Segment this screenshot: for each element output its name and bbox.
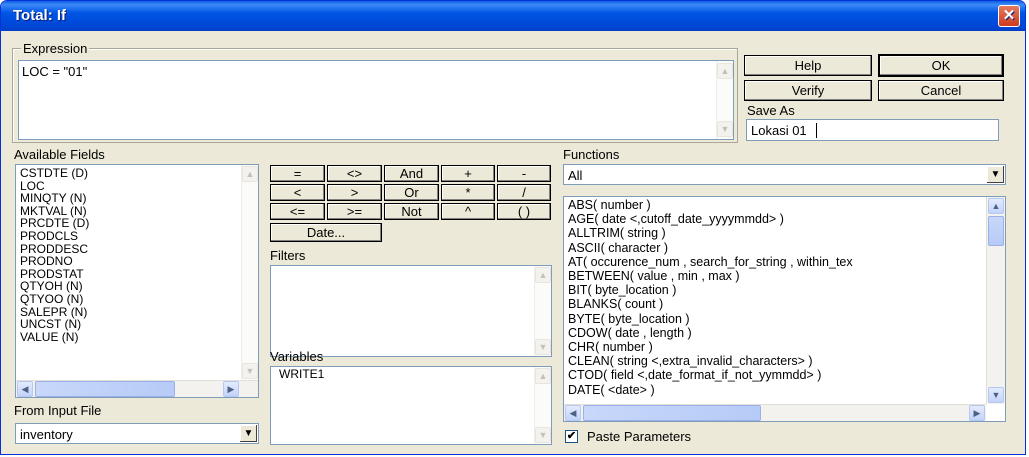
functions-list[interactable]: ABS( number ) AGE( date <,cutoff_date_yy… — [563, 196, 1006, 422]
op-minus-button[interactable]: - — [497, 165, 551, 182]
available-fields-list[interactable]: CSTDTE (D) LOC MINQTY (N) MKTVAL (N) PRC… — [15, 164, 259, 398]
text-cursor — [816, 123, 817, 138]
dropdown-icon[interactable]: ▼ — [240, 425, 257, 442]
scroll-up-icon[interactable]: ▲ — [988, 198, 1004, 214]
cancel-button[interactable]: Cancel — [878, 80, 1004, 101]
list-item[interactable]: BIT( byte_location ) — [568, 283, 853, 297]
verify-button[interactable]: Verify — [744, 80, 872, 101]
save-as-value: Lokasi 01 — [751, 123, 807, 138]
list-item[interactable]: UNCST (N) — [20, 318, 89, 331]
save-as-label: Save As — [747, 103, 795, 118]
list-item[interactable]: WRITE1 — [279, 368, 324, 381]
scroll-down-icon[interactable]: ▼ — [535, 427, 551, 443]
op-less-button[interactable]: < — [270, 184, 325, 201]
list-item[interactable]: BYTE( byte_location ) — [568, 312, 853, 326]
list-item[interactable]: AT( occurence_num , search_for_string , … — [568, 255, 853, 269]
close-icon[interactable]: ✕ — [998, 5, 1020, 27]
list-item[interactable]: CTOD( field <,date_format_if_not_yymmdd>… — [568, 368, 853, 382]
expression-textarea[interactable]: LOC = "01" ▲ ▼ — [18, 60, 734, 140]
help-button[interactable]: Help — [744, 55, 872, 76]
scroll-up-icon[interactable]: ▲ — [535, 368, 551, 384]
scroll-down-icon[interactable]: ▼ — [242, 363, 258, 379]
scroll-right-icon[interactable]: ▶ — [223, 381, 239, 397]
list-item[interactable]: PRODNO — [20, 255, 89, 268]
expression-vscroll[interactable]: ▲ ▼ — [716, 61, 733, 139]
available-fields-label: Available Fields — [14, 147, 105, 162]
save-as-input[interactable]: Lokasi 01 — [746, 119, 999, 141]
paste-parameters-label: Paste Parameters — [587, 429, 692, 444]
input-file-select[interactable]: inventory ▼ — [15, 423, 259, 444]
scroll-up-icon[interactable]: ▲ — [717, 63, 733, 79]
op-not-button[interactable]: Not — [384, 203, 439, 220]
title-bar: Total: If ✕ — [1, 1, 1025, 31]
functions-category-value: All — [568, 168, 583, 183]
list-item[interactable]: ALLTRIM( string ) — [568, 226, 853, 240]
scroll-thumb[interactable] — [35, 381, 175, 397]
list-item[interactable]: CDOW( date , length ) — [568, 326, 853, 340]
op-divide-button[interactable]: / — [497, 184, 551, 201]
functions-label: Functions — [563, 147, 620, 162]
scroll-down-icon[interactable]: ▼ — [535, 339, 551, 355]
scroll-left-icon[interactable]: ◀ — [565, 405, 581, 421]
list-item[interactable]: VALUE (N) — [20, 331, 89, 344]
paste-parameters-checkbox[interactable]: ✔ — [565, 430, 578, 443]
fields-vscroll[interactable]: ▲ ▼ — [241, 165, 258, 380]
op-equals-button[interactable]: = — [270, 165, 325, 182]
list-item[interactable]: PRODCLS — [20, 230, 89, 243]
list-item[interactable]: BLANKS( count ) — [568, 297, 853, 311]
dropdown-icon[interactable]: ▼ — [987, 166, 1004, 183]
list-item[interactable]: CLEAN( string <,extra_invalid_characters… — [568, 354, 853, 368]
list-item[interactable]: MINQTY (N) — [20, 192, 89, 205]
scroll-down-icon[interactable]: ▼ — [988, 387, 1004, 403]
scroll-right-icon[interactable]: ▶ — [969, 405, 985, 421]
op-or-button[interactable]: Or — [384, 184, 439, 201]
input-file-value: inventory — [20, 427, 73, 442]
ok-button[interactable]: OK — [878, 54, 1004, 77]
op-multiply-button[interactable]: * — [441, 184, 495, 201]
list-item[interactable]: ABS( number ) — [568, 198, 853, 212]
list-item[interactable]: ASCII( character ) — [568, 241, 853, 255]
op-and-button[interactable]: And — [384, 165, 439, 182]
scroll-left-icon[interactable]: ◀ — [17, 381, 33, 397]
list-item[interactable]: BETWEEN( value , min , max ) — [568, 269, 853, 283]
list-item[interactable]: DATE( <date> ) — [568, 383, 853, 397]
expression-text: LOC = "01" — [22, 64, 88, 79]
op-plus-button[interactable]: + — [441, 165, 495, 182]
expression-group-label: Expression — [21, 41, 90, 56]
op-parentheses-button[interactable]: ( ) — [497, 203, 551, 220]
scroll-up-icon[interactable]: ▲ — [242, 166, 258, 182]
filters-list[interactable]: ▲ ▼ — [270, 265, 552, 357]
window-title: Total: If — [13, 7, 67, 24]
list-item[interactable]: CSTDTE (D) — [20, 167, 89, 180]
functions-category-select[interactable]: All ▼ — [563, 164, 1006, 185]
scroll-down-icon[interactable]: ▼ — [717, 121, 733, 137]
functions-hscroll[interactable]: ◀ ▶ — [564, 404, 986, 421]
op-not-equal-button[interactable]: <> — [327, 165, 382, 182]
list-item[interactable]: AGE( date <,cutoff_date_yyyymmdd> ) — [568, 212, 853, 226]
op-power-button[interactable]: ^ — [441, 203, 495, 220]
list-item[interactable]: QTYOO (N) — [20, 293, 89, 306]
scroll-thumb[interactable] — [988, 216, 1004, 246]
filters-label: Filters — [270, 248, 306, 263]
op-less-equal-button[interactable]: <= — [270, 203, 325, 220]
date-button[interactable]: Date... — [270, 223, 382, 242]
variables-list[interactable]: WRITE1 ▲ ▼ — [270, 366, 552, 445]
dialog-body: Expression LOC = "01" ▲ ▼ Help OK Verify… — [4, 31, 1022, 451]
filters-vscroll[interactable]: ▲ ▼ — [534, 266, 551, 356]
variables-label: Variables — [270, 349, 324, 364]
variables-vscroll[interactable]: ▲ ▼ — [534, 367, 551, 444]
op-greater-equal-button[interactable]: >= — [327, 203, 382, 220]
op-greater-button[interactable]: > — [327, 184, 382, 201]
dialog-window: Total: If ✕ Expression LOC = "01" ▲ ▼ He… — [0, 0, 1026, 455]
scroll-thumb[interactable] — [583, 405, 761, 421]
functions-vscroll[interactable]: ▲ ▼ — [986, 197, 1005, 404]
from-input-file-label: From Input File — [14, 403, 102, 418]
scroll-up-icon[interactable]: ▲ — [535, 267, 551, 283]
list-item[interactable]: CHR( number ) — [568, 340, 853, 354]
fields-hscroll[interactable]: ◀ ▶ — [16, 380, 258, 397]
